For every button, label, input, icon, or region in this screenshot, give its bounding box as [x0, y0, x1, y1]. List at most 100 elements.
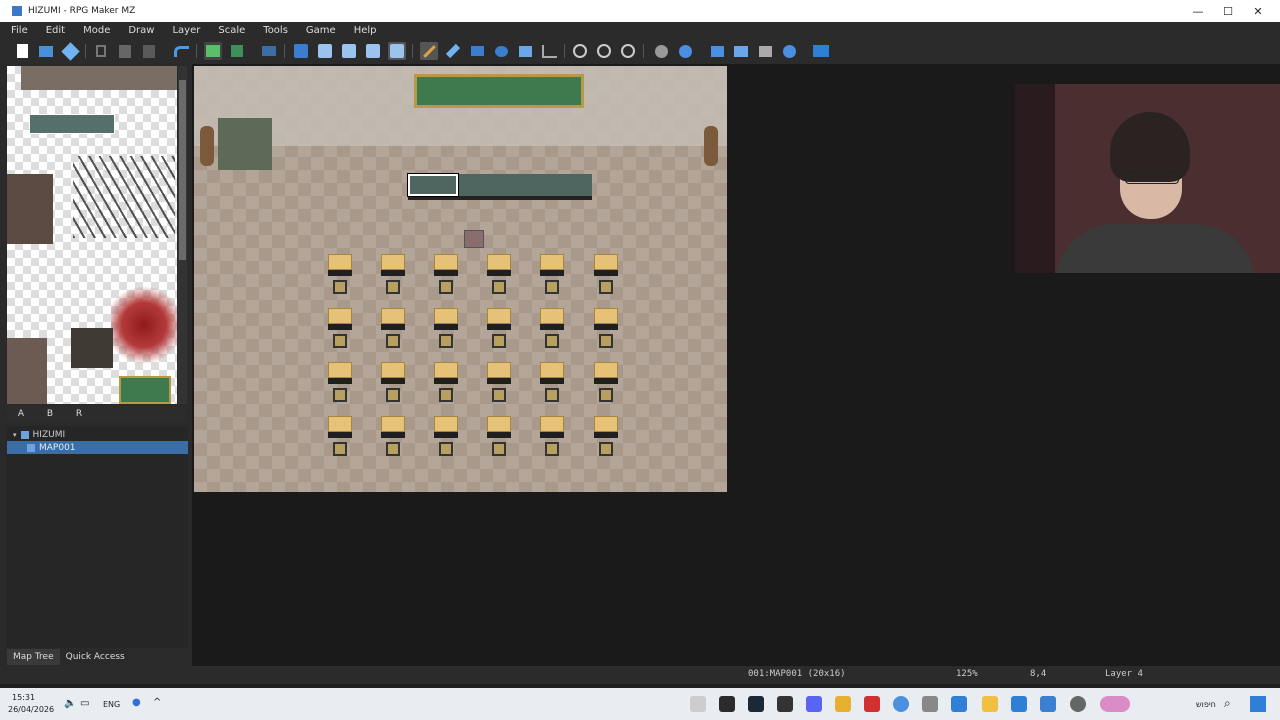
collapse-icon[interactable]: ▾ [13, 431, 17, 439]
microphone-icon[interactable]: ● [132, 697, 141, 708]
layer-1-icon[interactable] [316, 42, 334, 60]
layer-2-icon[interactable] [340, 42, 358, 60]
zoom-out-icon[interactable] [595, 42, 613, 60]
region-mode-icon[interactable] [260, 42, 278, 60]
undo-icon[interactable] [172, 42, 190, 60]
map-student-desk [434, 308, 458, 352]
scrollbar-thumb[interactable] [179, 80, 186, 260]
map-student-desk [487, 416, 511, 460]
eraser-icon[interactable] [444, 42, 462, 60]
tileset-palette[interactable] [7, 66, 177, 404]
tab-a[interactable]: A [7, 406, 35, 422]
taskbar-edge-icon[interactable] [1040, 696, 1056, 712]
zoom-actual-icon[interactable] [619, 42, 637, 60]
start-icon[interactable] [1250, 696, 1266, 712]
taskbar-camera-icon[interactable] [922, 696, 938, 712]
playtest-icon[interactable] [812, 42, 830, 60]
taskbar-obs-icon[interactable] [864, 696, 880, 712]
zoom-in-icon[interactable] [571, 42, 589, 60]
rectangle-icon[interactable] [468, 42, 486, 60]
speaker-icon[interactable]: 🔈 [64, 698, 76, 709]
map-student-desk [540, 416, 564, 460]
map-mode-icon[interactable] [204, 42, 222, 60]
status-bar: 001:MAP001 (20x16) 125% 8,4 Layer 4 [0, 666, 1280, 684]
taskbar-discord-icon[interactable] [806, 696, 822, 712]
ellipse-icon[interactable] [492, 42, 510, 60]
menu-tools[interactable]: Tools [252, 25, 295, 36]
taskbar-settings-icon[interactable] [1070, 696, 1086, 712]
map-student-desk [487, 362, 511, 406]
fill-icon[interactable] [516, 42, 534, 60]
taskbar-twitch-icon[interactable] [719, 696, 735, 712]
copy-icon[interactable] [116, 42, 134, 60]
minimize-button[interactable]: — [1183, 0, 1213, 22]
toolbar [0, 38, 1280, 64]
paste-icon[interactable] [140, 42, 158, 60]
menu-scale[interactable]: Scale [207, 25, 252, 36]
cut-icon[interactable] [92, 42, 110, 60]
tab-quick-access[interactable]: Quick Access [60, 649, 131, 665]
tab-b[interactable]: B [36, 406, 64, 422]
taskbar-widget-icon[interactable] [1100, 696, 1130, 712]
taskbar-search-label[interactable]: חיפוש [1196, 700, 1216, 709]
window-title: HIZUMI - RPG Maker MZ [28, 6, 136, 16]
title-bar: HIZUMI - RPG Maker MZ [0, 0, 1280, 22]
sound-test-icon[interactable] [708, 42, 726, 60]
network-icon[interactable]: ▭ [80, 698, 89, 709]
event-searcher-icon[interactable] [732, 42, 750, 60]
layer-auto-icon[interactable] [292, 42, 310, 60]
plugin-manager-icon[interactable] [676, 42, 694, 60]
taskbar-headset-icon[interactable] [835, 696, 851, 712]
map-student-desk [594, 362, 618, 406]
language-indicator[interactable]: ENG [103, 700, 120, 709]
map-plant-left [200, 126, 214, 166]
layer-4-icon[interactable] [388, 42, 406, 60]
new-project-icon[interactable] [13, 42, 31, 60]
menu-file[interactable]: File [0, 25, 35, 36]
map-student-desk [381, 254, 405, 298]
map-canvas[interactable] [194, 66, 727, 492]
pencil-icon[interactable] [420, 42, 438, 60]
map-student-desk [540, 308, 564, 352]
taskbar-explorer-icon[interactable] [982, 696, 998, 712]
resource-manager-icon[interactable] [780, 42, 798, 60]
close-button[interactable]: ✕ [1243, 0, 1273, 22]
tab-map-tree[interactable]: Map Tree [7, 649, 60, 665]
menu-layer[interactable]: Layer [161, 25, 207, 36]
taskbar-store-icon[interactable] [1011, 696, 1027, 712]
left-bottom-tabs: Map Tree Quick Access [7, 649, 188, 665]
map-student-desk [434, 416, 458, 460]
map-student-desk [328, 308, 352, 352]
save-project-icon[interactable] [60, 41, 80, 61]
map-tree-item-map001[interactable]: MAP001 [7, 441, 188, 454]
menu-edit[interactable]: Edit [35, 25, 72, 36]
map-event[interactable] [464, 230, 484, 248]
maximize-button[interactable]: ☐ [1213, 0, 1243, 22]
taskbar-live-icon[interactable] [777, 696, 793, 712]
status-map-info: 001:MAP001 (20x16) [748, 669, 846, 679]
open-project-icon[interactable] [37, 42, 55, 60]
taskbar-steam-icon[interactable] [748, 696, 764, 712]
taskbar-rpgmaker-icon[interactable] [951, 696, 967, 712]
search-icon[interactable]: ⌕ [1224, 696, 1231, 711]
tile-wall-strip [21, 66, 177, 90]
menu-game[interactable]: Game [295, 25, 343, 36]
tileset-scrollbar[interactable] [178, 66, 187, 404]
map-student-desk [594, 254, 618, 298]
menu-draw[interactable]: Draw [117, 25, 161, 36]
layer-3-icon[interactable] [364, 42, 382, 60]
shadow-pen-icon[interactable] [540, 42, 558, 60]
taskbar-chrome-icon[interactable] [893, 696, 909, 712]
taskbar-app-icon[interactable] [690, 696, 706, 712]
menu-mode[interactable]: Mode [72, 25, 117, 36]
tile-chalkboard [119, 376, 171, 404]
tab-r[interactable]: R [65, 406, 93, 422]
menu-help[interactable]: Help [343, 25, 384, 36]
tray-chevron-icon[interactable]: ^ [153, 697, 161, 708]
event-mode-icon[interactable] [228, 42, 246, 60]
map-plant-right [704, 126, 718, 166]
map-tree-project[interactable]: ▾ HIZUMI [13, 428, 65, 441]
map-student-desk [381, 416, 405, 460]
character-generator-icon[interactable] [756, 42, 774, 60]
database-icon[interactable] [652, 42, 670, 60]
